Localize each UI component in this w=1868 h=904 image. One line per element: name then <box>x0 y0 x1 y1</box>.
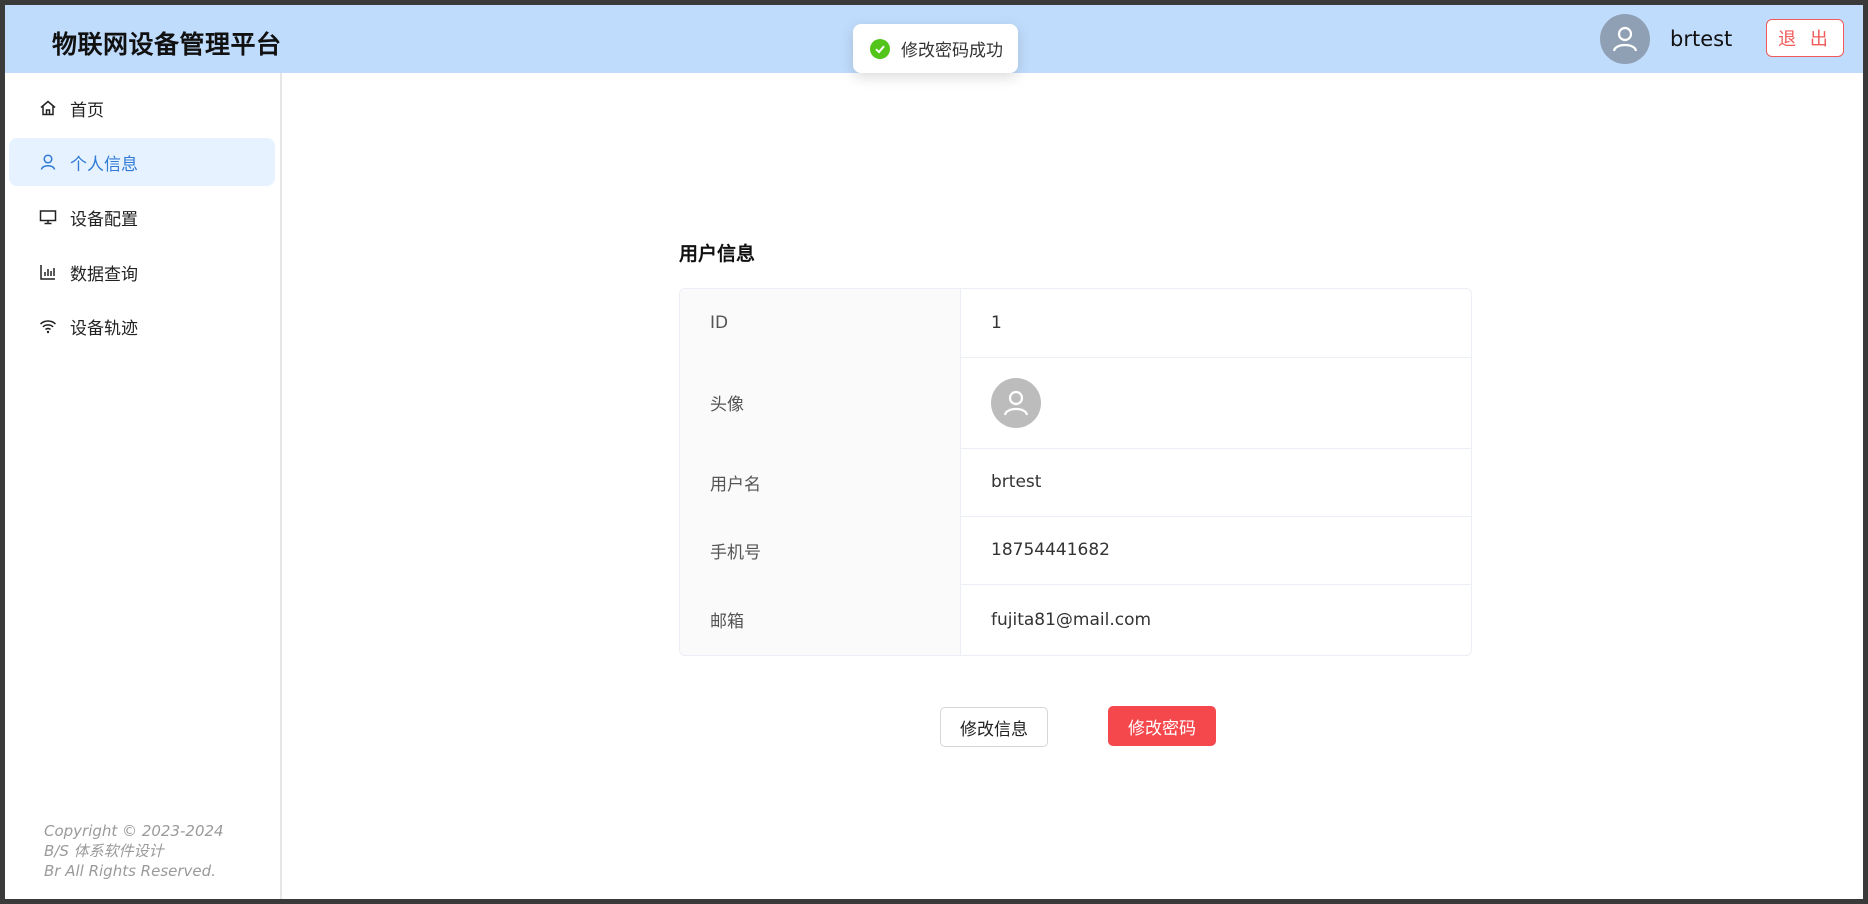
copyright-line: Copyright © 2023-2024 <box>44 822 224 840</box>
user-avatar <box>991 377 1041 428</box>
monitor-icon <box>39 208 57 226</box>
copyright-text: Copyright © 2023-2024 B/S 体系软件设计 Br All … <box>44 821 224 881</box>
copyright-line: B/S 体系软件设计 <box>44 842 164 860</box>
sidebar-item-label: 数据查询 <box>70 264 138 285</box>
table-row: 用户名 brtest <box>680 448 1471 517</box>
sidebar-item-label: 设备轨迹 <box>70 318 138 339</box>
user-avatar-icon <box>1003 390 1029 415</box>
row-value: brtest <box>991 472 1042 492</box>
sidebar-item-device-track[interactable]: 设备轨迹 <box>9 302 275 350</box>
section-title: 用户信息 <box>679 243 756 265</box>
home-icon <box>39 99 57 117</box>
row-value: fujita81@mail.com <box>991 609 1152 630</box>
app-window: 物联网设备管理平台 brtest 退 出 修改密码成功 首页 个人信息 设备配置… <box>5 5 1863 899</box>
row-label: 用户名 <box>680 448 961 516</box>
sidebar-item-data-query[interactable]: 数据查询 <box>9 248 275 296</box>
user-icon <box>39 153 57 171</box>
edit-info-button[interactable]: 修改信息 <box>940 707 1048 747</box>
copyright-line: Br All Rights Reserved. <box>44 862 216 880</box>
sidebar-item-profile[interactable]: 个人信息 <box>9 138 275 186</box>
wifi-icon <box>39 317 57 335</box>
toast-message: 修改密码成功 <box>901 41 1003 61</box>
table-row: 手机号 18754441682 <box>680 516 1471 585</box>
app-title: 物联网设备管理平台 <box>52 30 282 59</box>
user-avatar[interactable] <box>1600 14 1650 64</box>
check-circle-icon <box>870 38 890 59</box>
sidebar-item-device-config[interactable]: 设备配置 <box>9 193 275 241</box>
table-row: 头像 <box>680 357 1471 449</box>
row-label: 邮箱 <box>680 584 961 655</box>
sidebar: 首页 个人信息 设备配置 数据查询 设备轨迹 Copyright © 2023-… <box>5 73 282 899</box>
sidebar-item-label: 设备配置 <box>70 209 138 230</box>
change-password-button[interactable]: 修改密码 <box>1108 706 1216 746</box>
user-info-table: ID 1 头像 用户名 brtest 手机号 18754441682 邮箱 fu… <box>679 288 1472 656</box>
sidebar-item-label: 个人信息 <box>70 154 138 175</box>
row-label: 头像 <box>680 357 961 448</box>
row-value: 18754441682 <box>991 540 1110 560</box>
user-avatar-icon <box>1612 26 1638 52</box>
table-row: 邮箱 fujita81@mail.com <box>680 584 1471 655</box>
row-label: ID <box>680 289 961 357</box>
logout-button[interactable]: 退 出 <box>1766 19 1844 57</box>
success-toast: 修改密码成功 <box>853 24 1018 73</box>
sidebar-item-home[interactable]: 首页 <box>9 84 275 132</box>
row-label: 手机号 <box>680 516 961 584</box>
bar-chart-icon <box>39 263 57 281</box>
table-row: ID 1 <box>680 289 1471 358</box>
row-value: 1 <box>991 313 1002 333</box>
sidebar-item-label: 首页 <box>70 100 104 121</box>
row-value <box>961 357 1471 448</box>
header-username: brtest <box>1670 27 1733 51</box>
